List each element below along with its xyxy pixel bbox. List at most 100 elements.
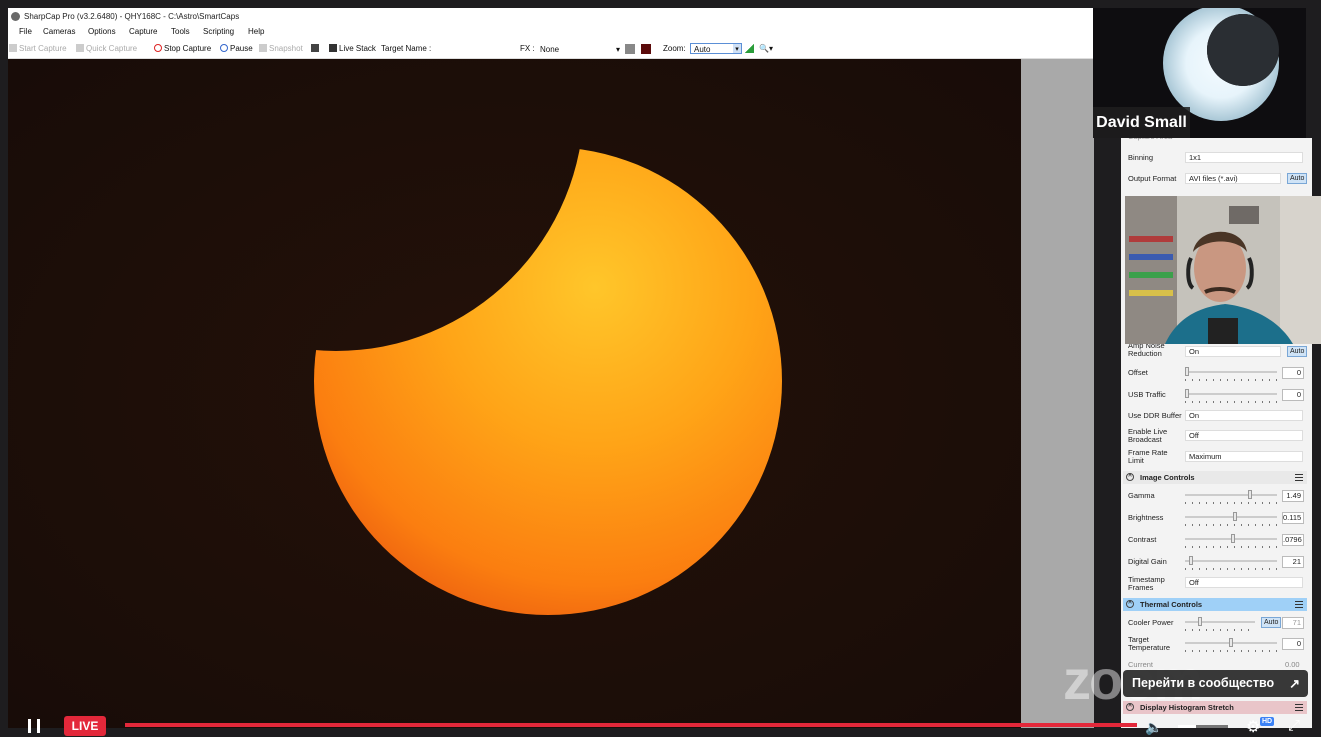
offset-ticks <box>1185 379 1277 381</box>
pause-icon-bar[interactable] <box>37 719 40 733</box>
menu-icon[interactable] <box>1295 474 1303 481</box>
stack-tool-button[interactable] <box>311 44 321 53</box>
output-format-select[interactable]: AVI files (*.avi) <box>1185 173 1281 184</box>
timestamp-select[interactable]: Off <box>1185 577 1303 588</box>
target-name-input[interactable] <box>433 43 513 54</box>
cooler-power-value[interactable]: 71 <box>1282 617 1304 629</box>
brightness-label: Brightness <box>1128 513 1164 522</box>
snapshot-button[interactable]: Snapshot <box>259 44 303 53</box>
menu-icon[interactable] <box>1295 601 1303 608</box>
window-title: SharpCap Pro (v3.2.6480) - QHY168C - C:\… <box>24 12 240 21</box>
brightness-ticks <box>1185 524 1277 526</box>
quick-capture-button[interactable]: Quick Capture <box>76 44 137 53</box>
cooler-power-slider[interactable] <box>1185 617 1255 626</box>
thermal-controls-header[interactable]: ^ Thermal Controls <box>1123 598 1307 611</box>
output-format-value: AVI files (*.avi) <box>1189 174 1238 183</box>
volume-slider[interactable] <box>1178 725 1228 728</box>
zoom-select[interactable]: Auto ▾ <box>690 43 742 54</box>
digital-gain-slider-thumb[interactable] <box>1189 556 1194 565</box>
target-temp-value[interactable]: 0 <box>1282 638 1304 650</box>
menu-file[interactable]: File <box>19 27 32 36</box>
collapse-icon[interactable]: ^ <box>1126 600 1134 608</box>
histogram-icon[interactable] <box>745 44 754 53</box>
live-progress-bar[interactable] <box>125 723 1137 727</box>
live-broadcast-value: Off <box>1189 431 1199 440</box>
pause-button[interactable]: Pause <box>220 44 253 53</box>
offset-value[interactable]: 0 <box>1282 367 1304 379</box>
menu-help[interactable]: Help <box>248 27 264 36</box>
collapse-icon[interactable]: ^ <box>1126 473 1134 481</box>
cooler-power-label: Cooler Power <box>1128 618 1174 627</box>
volume-icon[interactable]: 🔈 <box>1145 719 1162 735</box>
cooler-power-auto-button[interactable]: Auto <box>1261 617 1282 628</box>
brightness-slider-thumb[interactable] <box>1233 512 1238 521</box>
participant-video-webcam <box>1125 196 1321 344</box>
pause-label: Pause <box>230 44 253 53</box>
stop-icon <box>154 44 162 52</box>
output-format-auto-button[interactable]: Auto <box>1287 173 1308 184</box>
usb-traffic-value[interactable]: 0 <box>1282 389 1304 401</box>
contrast-value[interactable]: .0796 <box>1282 534 1304 546</box>
zoom-label: Zoom: <box>663 44 686 53</box>
menu-cameras[interactable]: Cameras <box>43 27 75 36</box>
gamma-ticks <box>1185 502 1277 504</box>
color-swatch-gray[interactable] <box>625 44 635 54</box>
gamma-value[interactable]: 1.49 <box>1282 490 1304 502</box>
go-to-community-button[interactable]: Перейти в сообщество ↗ <box>1123 670 1308 697</box>
offset-slider-thumb[interactable] <box>1185 367 1189 376</box>
cooler-power-slider-thumb[interactable] <box>1198 617 1203 626</box>
frame-rate-label: Frame Rate Limit <box>1128 448 1168 465</box>
frame-rate-select[interactable]: Maximum <box>1185 451 1303 462</box>
pause-icon[interactable] <box>28 719 31 733</box>
usb-traffic-slider[interactable] <box>1185 389 1277 398</box>
brightness-value[interactable]: 0.115 <box>1282 512 1304 524</box>
live-stack-button[interactable]: Live Stack <box>329 44 376 53</box>
title-bar: SharpCap Pro (v3.2.6480) - QHY168C - C:\… <box>8 8 1094 25</box>
fx-value: None <box>540 45 560 54</box>
color-swatch-red[interactable] <box>641 44 651 54</box>
settings-gear-icon[interactable]: ⚙ <box>1246 717 1260 737</box>
image-controls-header[interactable]: ^ Image Controls <box>1123 471 1307 484</box>
live-broadcast-select[interactable]: Off <box>1185 430 1303 441</box>
go-to-community-label: Перейти в сообщество <box>1132 676 1275 690</box>
chevron-down-icon: ▾ <box>733 44 741 53</box>
menu-capture[interactable]: Capture <box>129 27 157 36</box>
volume-level <box>1178 725 1196 728</box>
target-temp-slider-thumb[interactable] <box>1229 638 1233 647</box>
usb-traffic-slider-thumb[interactable] <box>1185 389 1189 398</box>
ddr-buffer-select[interactable]: On <box>1185 410 1303 421</box>
gamma-label: Gamma <box>1128 491 1155 500</box>
fx-select[interactable]: None ▾ <box>536 43 622 54</box>
camera-icon <box>9 44 17 52</box>
brightness-slider[interactable] <box>1185 512 1277 521</box>
contrast-slider-thumb[interactable] <box>1230 534 1235 543</box>
binning-select[interactable]: 1x1 <box>1185 152 1303 163</box>
binning-value: 1x1 <box>1189 153 1202 162</box>
menu-options[interactable]: Options <box>88 27 116 36</box>
camera-preview <box>8 59 1021 728</box>
digital-gain-slider[interactable] <box>1185 556 1277 565</box>
target-temp-slider[interactable] <box>1185 638 1277 647</box>
live-badge[interactable]: LIVE <box>64 716 106 736</box>
start-capture-button[interactable]: Start Capture <box>9 44 67 53</box>
menu-tools[interactable]: Tools <box>171 27 190 36</box>
amp-noise-select[interactable]: On <box>1185 346 1281 357</box>
frame-rate-value: Maximum <box>1189 452 1222 461</box>
fullscreen-icon[interactable]: ⤢ <box>1288 717 1300 734</box>
amp-noise-auto-button[interactable]: Auto <box>1287 346 1308 357</box>
current-temp-value: 0.00 <box>1285 660 1300 669</box>
gamma-slider-thumb[interactable] <box>1248 490 1253 499</box>
amp-noise-label: Amp Noise Reduction <box>1128 341 1165 358</box>
live-stack-icon <box>329 44 337 52</box>
offset-slider[interactable] <box>1185 367 1277 376</box>
gamma-slider[interactable] <box>1185 490 1277 499</box>
toolbar: Start Capture Quick Capture Stop Capture… <box>8 40 1094 59</box>
contrast-slider[interactable] <box>1185 534 1277 543</box>
pause-icon <box>220 44 228 52</box>
stop-capture-button[interactable]: Stop Capture <box>154 44 211 53</box>
digital-gain-value[interactable]: 21 <box>1282 556 1304 568</box>
start-capture-label: Start Capture <box>19 44 67 53</box>
contrast-ticks <box>1185 546 1277 548</box>
menu-scripting[interactable]: Scripting <box>203 27 234 36</box>
magnifier-icon[interactable]: 🔍▾ <box>759 44 773 53</box>
